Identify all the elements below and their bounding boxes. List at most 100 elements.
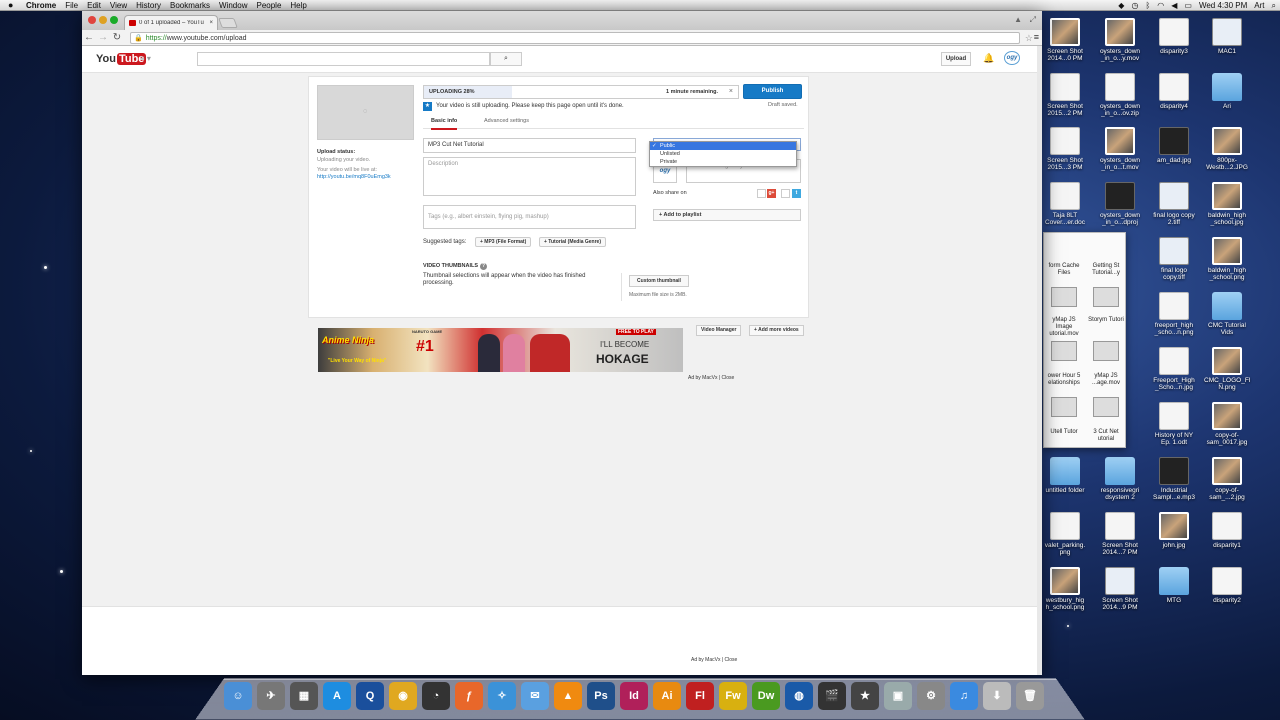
privacy-dropdown[interactable]: Public Unlisted Private xyxy=(649,141,797,167)
desktop-icon[interactable]: untitled folder xyxy=(1042,457,1088,494)
volume-icon[interactable]: ◀ xyxy=(1171,1,1177,10)
desktop-icon[interactable]: History of NY Ep. 1.odt xyxy=(1151,402,1197,446)
imovie-icon[interactable]: ★ xyxy=(851,682,879,710)
chrome-menu-icon[interactable]: ≡ xyxy=(1034,32,1039,42)
privacy-option-unlisted[interactable]: Unlisted xyxy=(650,150,796,158)
desktop-icon[interactable]: responsivegri dsystem 2 xyxy=(1097,457,1143,501)
desktop-icon[interactable]: CMC Tutorial Vids xyxy=(1204,292,1250,336)
desktop-icon[interactable]: freeport_high _scho...n.png xyxy=(1151,292,1197,336)
finder-item[interactable]: yMap JS ...age.mov xyxy=(1086,373,1126,387)
finder-item[interactable]: Getting St Tutorial...y xyxy=(1086,263,1126,277)
minimize-window-button[interactable] xyxy=(99,16,107,24)
notifications-bell-icon[interactable]: 🔔 xyxy=(983,53,994,64)
profile-icon[interactable]: ▲ xyxy=(1014,15,1022,24)
desktop-icon[interactable]: copy-of-sam_0017.jpg xyxy=(1204,402,1250,446)
desktop-icon[interactable]: oysters_down _in_o...t.mov xyxy=(1097,127,1143,171)
downloads-icon[interactable]: ⬇ xyxy=(983,682,1011,710)
youtube-logo[interactable]: You Tube xyxy=(96,53,147,65)
system-preferences-icon[interactable]: ⚙ xyxy=(917,682,945,710)
trash-icon[interactable]: 🗑 xyxy=(1016,682,1044,710)
ad-by-text[interactable]: Ad by MacVx | Close xyxy=(688,375,734,381)
safari-icon[interactable]: ✧ xyxy=(488,682,516,710)
search-input[interactable] xyxy=(197,52,490,66)
reload-button[interactable]: ↻ xyxy=(110,32,124,43)
desktop-icon[interactable]: Screen Shot 2014...9 PM xyxy=(1097,567,1143,611)
desktop-icon[interactable]: CMC_LOGO_FI N.png xyxy=(1204,347,1251,391)
guide-menu-icon[interactable]: ≡ ▾ xyxy=(140,54,151,63)
desktop-icon[interactable]: 800px-Westb...2.JPG xyxy=(1204,127,1250,171)
search-button[interactable]: ⌕ xyxy=(490,52,522,66)
tab-close-icon[interactable]: × xyxy=(209,20,213,26)
photoshop-icon[interactable]: Ps xyxy=(587,682,615,710)
itunes-icon[interactable]: ♫ xyxy=(950,682,978,710)
fireworks-icon[interactable]: Fw xyxy=(719,682,747,710)
time-machine-icon[interactable]: ◷ xyxy=(1131,1,1138,10)
desktop-icon[interactable]: oysters_down _in_o...dproj xyxy=(1097,182,1143,226)
title-input[interactable]: MP3 Cut Net Tutorial xyxy=(423,138,636,153)
illustrator-icon[interactable]: Ai xyxy=(653,682,681,710)
desktop-icon[interactable]: disparity4 xyxy=(1151,73,1197,110)
finder-item[interactable]: 3 Cut Net utorial xyxy=(1086,429,1126,443)
desktop-icon[interactable]: john.jpg xyxy=(1151,512,1197,549)
quicktime-icon[interactable]: Q xyxy=(356,682,384,710)
finder-item[interactable]: Utell Tutor xyxy=(1044,429,1084,436)
live-url-link[interactable]: http://youtu.be/mq8F0uEmg3k xyxy=(317,174,391,180)
dashboard-icon[interactable]: ◔ xyxy=(422,682,450,710)
new-tab-button[interactable] xyxy=(218,18,238,28)
dropbox-icon[interactable]: ◆ xyxy=(1118,1,1124,10)
desktop-icon[interactable]: Screen Shot 2014...0 PM xyxy=(1042,18,1088,62)
finder-item[interactable]: ower Hour 5 elationships xyxy=(1044,373,1084,387)
desktop-icon[interactable]: disparity3 xyxy=(1151,18,1197,55)
finder-item[interactable]: yMap JS Image utorial.mov xyxy=(1044,317,1084,338)
ad-banner[interactable]: Anime Ninja "Live Your Way of Ninja" NAR… xyxy=(318,328,683,372)
launchpad-icon[interactable]: ✈ xyxy=(257,682,285,710)
help-icon[interactable]: ? xyxy=(480,263,487,270)
finder-icon[interactable]: ☺ xyxy=(224,682,252,710)
mission-control-icon[interactable]: ▦ xyxy=(290,682,318,710)
menu-view[interactable]: View xyxy=(110,1,127,10)
user-name[interactable]: Art xyxy=(1254,1,1264,10)
menu-window[interactable]: Window xyxy=(219,1,247,10)
desktop-icon[interactable]: valet_parking. png xyxy=(1042,512,1088,556)
desktop-icon[interactable]: Freeport_High _Scho...n.jpg xyxy=(1151,347,1197,391)
final-cut-icon[interactable]: 🎬 xyxy=(818,682,846,710)
finder-window[interactable]: form Cache Files Getting St Tutorial...y y… xyxy=(1043,232,1126,448)
desktop-icon[interactable]: baldwin_high _school.jpg xyxy=(1204,182,1250,226)
desktop-icon[interactable]: Screen Shot 2014...7 PM xyxy=(1097,512,1143,556)
menu-edit[interactable]: Edit xyxy=(87,1,101,10)
desktop-icon[interactable]: Screen Shot 2015...2 PM xyxy=(1042,73,1088,117)
forward-button[interactable]: → xyxy=(96,32,110,43)
dreamweaver-icon[interactable]: Dw xyxy=(752,682,780,710)
desktop-icon[interactable]: oysters_down _in_o...y.mov xyxy=(1097,18,1143,62)
tab-basic-info[interactable]: Basic info xyxy=(431,118,458,130)
desktop-icon[interactable]: MTG xyxy=(1151,567,1197,604)
close-window-button[interactable] xyxy=(88,16,96,24)
back-button[interactable]: ← xyxy=(82,32,96,43)
menu-history[interactable]: History xyxy=(136,1,161,10)
preview-icon[interactable]: ▣ xyxy=(884,682,912,710)
mail-icon[interactable]: ✉ xyxy=(521,682,549,710)
cancel-upload-icon[interactable]: × xyxy=(729,88,733,95)
account-avatar[interactable]: ogy xyxy=(1004,51,1020,65)
page-scrollbar[interactable] xyxy=(1037,46,1042,675)
desktop-icon[interactable]: disparity2 xyxy=(1204,567,1250,604)
finder-item[interactable]: form Cache Files xyxy=(1044,263,1084,277)
menu-help[interactable]: Help xyxy=(290,1,306,10)
menu-bookmarks[interactable]: Bookmarks xyxy=(170,1,210,10)
menu-people[interactable]: People xyxy=(256,1,281,10)
footer-ad-by-text[interactable]: Ad by MacVx | Close xyxy=(691,657,737,663)
description-textarea[interactable]: Description xyxy=(423,157,636,196)
flash-icon[interactable]: Fl xyxy=(686,682,714,710)
desktop-icon[interactable]: copy-of-sam_...2.jpg xyxy=(1204,457,1250,501)
tab-advanced-settings[interactable]: Advanced settings xyxy=(484,118,529,124)
bookmark-star-icon[interactable]: ☆ xyxy=(1025,33,1033,44)
battery-icon[interactable]: ▭ xyxy=(1184,1,1192,10)
share-twitter-checkbox[interactable] xyxy=(781,189,790,198)
window-resize-icon[interactable]: ⤢ xyxy=(1030,15,1036,25)
upload-button[interactable]: Upload xyxy=(941,52,971,66)
desktop-icon[interactable]: MAC1 xyxy=(1204,18,1250,55)
vlc-icon[interactable]: ▲ xyxy=(554,682,582,710)
desktop-icon[interactable]: Industrial Sampl...e.mp3 xyxy=(1151,457,1197,501)
desktop-icon[interactable]: Ari xyxy=(1204,73,1250,110)
desktop-icon[interactable]: final logo copy.tiff xyxy=(1151,237,1197,281)
